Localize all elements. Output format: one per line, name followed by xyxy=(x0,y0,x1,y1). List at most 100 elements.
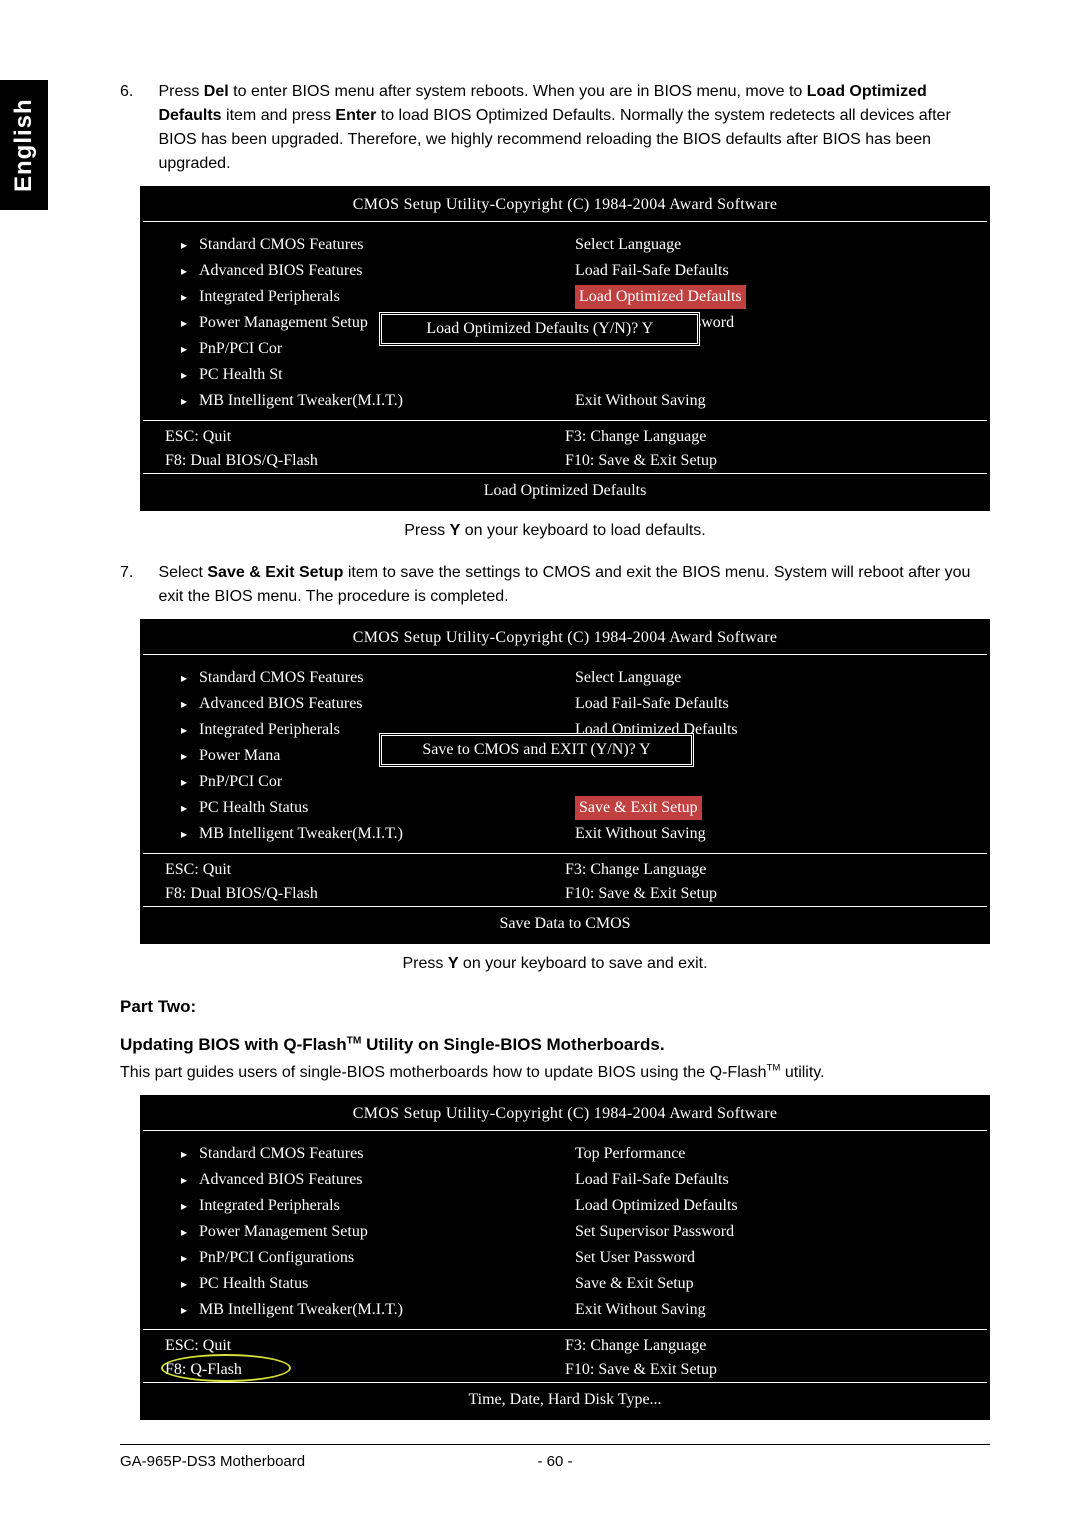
label: Exit Without Saving xyxy=(575,389,706,413)
bios-title: CMOS Setup Utility-Copyright (C) 1984-20… xyxy=(143,1098,987,1131)
bios-confirm-dialog[interactable]: Load Optimized Defaults (Y/N)? Y xyxy=(379,312,700,346)
menu-item[interactable]: Set Supervisor Password xyxy=(575,1219,969,1245)
label: Advanced BIOS Features xyxy=(199,692,363,716)
menu-item[interactable]: ▸PC Health St xyxy=(181,362,575,388)
label: Standard CMOS Features xyxy=(199,666,363,690)
menu-item[interactable]: Save & Exit Setup xyxy=(575,1271,969,1297)
caption: Press Y on your keyboard to save and exi… xyxy=(120,952,990,976)
text: Press xyxy=(404,522,449,539)
triangle-right-icon: ▸ xyxy=(181,825,199,843)
triangle-right-icon: ▸ xyxy=(181,262,199,280)
label: PnP/PCI Cor xyxy=(199,770,282,794)
key-y: Y xyxy=(448,955,459,972)
label: Save & Exit Setup xyxy=(575,796,702,820)
label: Exit Without Saving xyxy=(575,822,706,846)
text: utility. xyxy=(780,1064,824,1081)
hint-f10: F10: Save & Exit Setup xyxy=(565,1358,965,1382)
menu-item[interactable]: ▸MB Intelligent Tweaker(M.I.T.) xyxy=(181,388,575,414)
text: Select xyxy=(158,564,207,581)
triangle-right-icon: ▸ xyxy=(181,1197,199,1215)
menu-item[interactable]: Load Optimized Defaults xyxy=(575,1193,969,1219)
part-two-intro: This part guides users of single-BIOS mo… xyxy=(120,1061,990,1085)
menu-item[interactable]: Load Fail-Safe Defaults xyxy=(575,691,969,717)
step-7: 7. Select Save & Exit Setup item to save… xyxy=(120,561,990,609)
bios-help-line: Time, Date, Hard Disk Type... xyxy=(143,1382,987,1417)
bios-help-line: Load Optimized Defaults xyxy=(143,473,987,508)
page-content: 6. Press Del to enter BIOS menu after sy… xyxy=(120,80,990,1474)
text-save-exit: Save & Exit Setup xyxy=(207,564,343,581)
hint-f10: F10: Save & Exit Setup xyxy=(565,449,965,473)
hint-f3: F3: Change Language xyxy=(565,425,965,449)
label: MB Intelligent Tweaker(M.I.T.) xyxy=(199,1298,403,1322)
label: PC Health Status xyxy=(199,796,308,820)
hint-f3: F3: Change Language xyxy=(565,858,965,882)
label: MB Intelligent Tweaker(M.I.T.) xyxy=(199,389,403,413)
footer-page-number: - 60 - xyxy=(505,1451,605,1474)
menu-item-highlighted[interactable]: Load Optimized Defaults xyxy=(575,284,969,310)
text: Press xyxy=(158,83,203,100)
step-6: 6. Press Del to enter BIOS menu after sy… xyxy=(120,80,990,176)
menu-item[interactable]: ▸Advanced BIOS Features xyxy=(181,258,575,284)
hint-f8: F8: Dual BIOS/Q-Flash xyxy=(165,882,565,906)
step-number: 6. xyxy=(120,80,154,104)
menu-item[interactable]: Select Language xyxy=(575,665,969,691)
label: PC Health Status xyxy=(199,1272,308,1296)
triangle-right-icon: ▸ xyxy=(181,1301,199,1319)
menu-item[interactable]: Exit Without Saving xyxy=(575,1297,969,1323)
marker-circle-annotation xyxy=(161,1354,291,1382)
label: Load Fail-Safe Defaults xyxy=(575,259,729,283)
triangle-right-icon: ▸ xyxy=(181,340,199,358)
text: item and press xyxy=(222,107,336,124)
menu-item[interactable]: ▸MB Intelligent Tweaker(M.I.T.) xyxy=(181,821,575,847)
menu-item[interactable]: Exit Without Saving xyxy=(575,388,969,414)
triangle-right-icon: ▸ xyxy=(181,314,199,332)
menu-item[interactable]: ▸Advanced BIOS Features xyxy=(181,1167,575,1193)
bios-screenshot-save-exit: CMOS Setup Utility-Copyright (C) 1984-20… xyxy=(140,619,990,944)
triangle-right-icon: ▸ xyxy=(181,695,199,713)
page-footer: GA-965P-DS3 Motherboard - 60 - xyxy=(120,1444,990,1474)
label: PC Health St xyxy=(199,363,283,387)
menu-item[interactable]: ▸Standard CMOS Features xyxy=(181,665,575,691)
menu-item[interactable]: Set User Password xyxy=(575,1245,969,1271)
label: Top Performance xyxy=(575,1142,685,1166)
triangle-right-icon: ▸ xyxy=(181,1275,199,1293)
menu-item[interactable]: Top Performance xyxy=(575,1141,969,1167)
menu-item[interactable]: ▸PnP/PCI Cor xyxy=(181,769,575,795)
bios-title: CMOS Setup Utility-Copyright (C) 1984-20… xyxy=(143,622,987,655)
menu-item[interactable]: Load Fail-Safe Defaults xyxy=(575,258,969,284)
triangle-right-icon: ▸ xyxy=(181,773,199,791)
hint-esc: ESC: Quit xyxy=(165,425,565,449)
part-two-heading: Part Two: xyxy=(120,994,990,1020)
menu-item[interactable]: Load Fail-Safe Defaults xyxy=(575,1167,969,1193)
menu-item[interactable]: Select Language xyxy=(575,232,969,258)
menu-item xyxy=(575,769,969,795)
label: Set Supervisor Password xyxy=(575,1220,734,1244)
menu-item[interactable]: ▸MB Intelligent Tweaker(M.I.T.) xyxy=(181,1297,575,1323)
menu-item[interactable]: ▸Standard CMOS Features xyxy=(181,1141,575,1167)
menu-item[interactable]: ▸Power Management Setup xyxy=(181,1219,575,1245)
bios-confirm-dialog[interactable]: Save to CMOS and EXIT (Y/N)? Y xyxy=(379,733,693,767)
language-tab: English xyxy=(0,80,48,210)
menu-item[interactable]: Exit Without Saving xyxy=(575,821,969,847)
label: PnP/PCI Configurations xyxy=(199,1246,354,1270)
menu-item[interactable]: ▸Integrated Peripherals xyxy=(181,284,575,310)
triangle-right-icon: ▸ xyxy=(181,1249,199,1267)
menu-item xyxy=(575,362,969,388)
label: Advanced BIOS Features xyxy=(199,259,363,283)
menu-item[interactable]: ▸PC Health Status xyxy=(181,1271,575,1297)
menu-item[interactable]: ▸PnP/PCI Configurations xyxy=(181,1245,575,1271)
trademark-icon: TM xyxy=(767,1063,781,1074)
footer-model: GA-965P-DS3 Motherboard xyxy=(120,1451,505,1474)
triangle-right-icon: ▸ xyxy=(181,288,199,306)
menu-item[interactable]: ▸Standard CMOS Features xyxy=(181,232,575,258)
label: Standard CMOS Features xyxy=(199,1142,363,1166)
hint-f8: F8: Dual BIOS/Q-Flash xyxy=(165,449,565,473)
triangle-right-icon: ▸ xyxy=(181,747,199,765)
menu-item[interactable]: ▸Integrated Peripherals xyxy=(181,1193,575,1219)
hint-esc: ESC: Quit xyxy=(165,858,565,882)
text: Press xyxy=(402,955,447,972)
triangle-right-icon: ▸ xyxy=(181,1223,199,1241)
menu-item[interactable]: ▸PC Health Status xyxy=(181,795,575,821)
menu-item-highlighted[interactable]: Save & Exit Setup xyxy=(575,795,969,821)
menu-item[interactable]: ▸Advanced BIOS Features xyxy=(181,691,575,717)
